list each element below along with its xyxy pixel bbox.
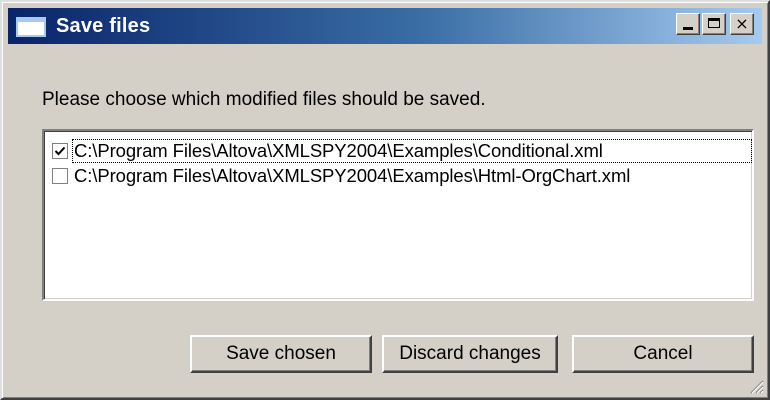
save-files-dialog: Save files × Please choose which modifie… [0,0,770,400]
maximize-button[interactable] [702,13,726,35]
save-chosen-button[interactable]: Save chosen [190,335,372,373]
checkmark-icon [54,146,66,156]
file-checkbox-checked[interactable] [52,143,68,159]
minimize-button[interactable] [676,13,700,35]
file-checkbox-unchecked[interactable] [52,168,68,184]
close-button[interactable]: × [730,13,754,35]
discard-changes-button[interactable]: Discard changes [382,335,558,373]
title-bar[interactable]: Save files × [8,8,762,44]
resize-grip-icon[interactable] [748,378,764,394]
file-path: C:\Program Files\Altova\XMLSPY2004\Examp… [74,165,631,186]
cancel-button[interactable]: Cancel [572,335,754,373]
minimize-icon [683,27,693,30]
maximize-icon [708,18,720,28]
instruction-text: Please choose which modified files shoul… [42,89,486,110]
close-icon: × [735,14,749,33]
file-path: C:\Program Files\Altova\XMLSPY2004\Examp… [74,140,603,161]
file-list-item[interactable]: C:\Program Files\Altova\XMLSPY2004\Examp… [48,164,748,188]
window-title: Save files [56,15,151,37]
modified-files-list[interactable]: C:\Program Files\Altova\XMLSPY2004\Examp… [42,129,754,301]
file-list-item[interactable]: C:\Program Files\Altova\XMLSPY2004\Examp… [48,139,752,163]
window-icon [16,17,46,37]
